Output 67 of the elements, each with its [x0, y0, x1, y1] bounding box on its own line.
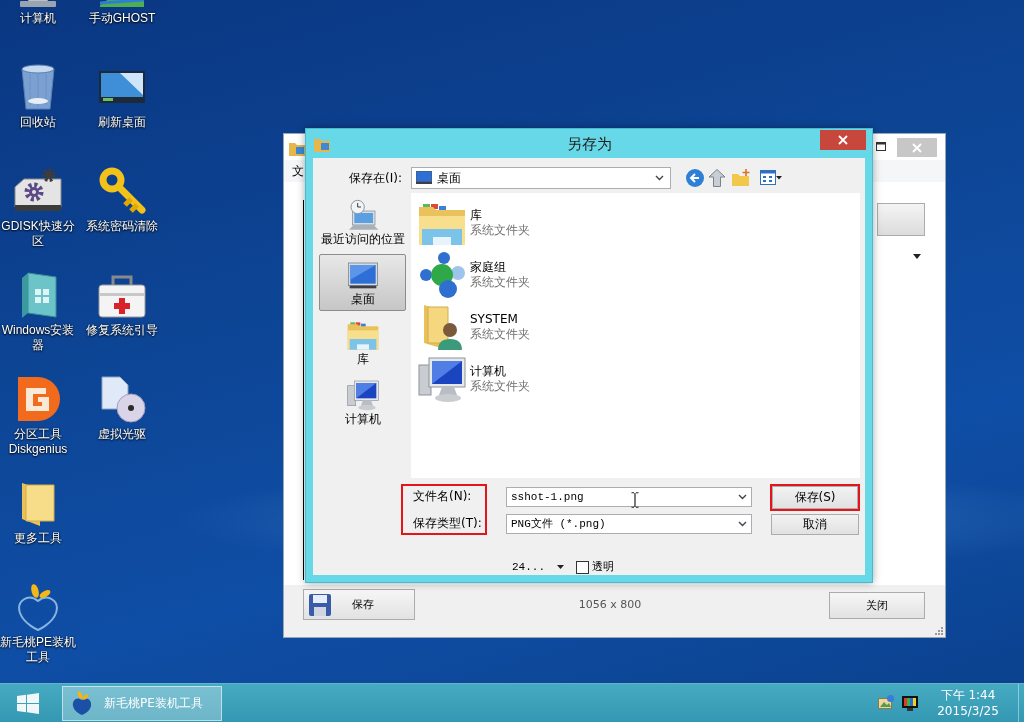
- caret-icon: [557, 565, 564, 569]
- caret-icon[interactable]: [913, 254, 921, 259]
- place-item[interactable]: 桌面: [319, 254, 406, 311]
- file-item[interactable]: 库 系统文件夹: [418, 197, 538, 249]
- checkbox-label: 透明: [592, 560, 614, 574]
- peach-icon: [71, 691, 93, 715]
- monitor-icon: [416, 171, 432, 184]
- cancel-button[interactable]: 取消: [771, 514, 859, 535]
- file-item[interactable]: 计算机 系统文件夹: [418, 353, 538, 405]
- monitor-icon: [346, 259, 379, 291]
- icon-label[interactable]: 系统密码清除: [86, 219, 158, 234]
- place-item[interactable]: 库: [319, 314, 406, 371]
- clock-icon: [346, 199, 379, 231]
- computer-icon: [418, 355, 466, 403]
- icon-label[interactable]: 计算机: [20, 11, 56, 26]
- clock-date: 2015/3/25: [937, 703, 999, 719]
- close-button[interactable]: 关闭: [829, 592, 925, 619]
- place-item[interactable]: 计算机: [319, 374, 406, 431]
- app-icon[interactable]: [98, 0, 146, 7]
- transparent-checkbox[interactable]: [576, 560, 589, 574]
- file-name-field[interactable]: sshot-1.png: [506, 487, 752, 507]
- close-button[interactable]: [820, 130, 866, 150]
- up-arrow-icon[interactable]: [708, 168, 726, 187]
- dialog-title: 另存为: [566, 134, 612, 153]
- view-menu-icon[interactable]: [760, 170, 782, 185]
- icon-label[interactable]: 更多工具: [14, 531, 62, 546]
- icon-label[interactable]: 手动GHOST: [88, 11, 156, 26]
- file-type-label: 保存类型(T):: [413, 515, 482, 531]
- chevron-down-icon: [738, 521, 747, 527]
- menu-item[interactable]: 文: [292, 163, 304, 179]
- text-cursor-icon: [631, 492, 639, 508]
- icon-label[interactable]: GDISK快速分区: [0, 219, 79, 249]
- app-icon: [289, 140, 305, 156]
- icon-label[interactable]: 修复系统引导: [86, 323, 158, 338]
- save-button[interactable]: 保存(S): [772, 486, 858, 509]
- file-item[interactable]: SYSTEM 系统文件夹: [418, 301, 538, 353]
- spheres-icon: [418, 251, 466, 299]
- key-icon[interactable]: [98, 167, 146, 215]
- file-item[interactable]: 家庭组 系统文件夹: [418, 249, 538, 301]
- image-size-text: 1056 x 800: [577, 597, 643, 613]
- icon-label[interactable]: 刷新桌面: [98, 115, 146, 130]
- close-icon: [912, 142, 922, 153]
- save-button[interactable]: 保存: [303, 589, 415, 620]
- file-name-label: 文件名(N):: [413, 488, 472, 504]
- icon-label[interactable]: 回收站: [20, 115, 56, 130]
- library-folder-icon: [346, 319, 379, 351]
- file-type-dropdown[interactable]: PNG文件 (*.png): [506, 514, 752, 534]
- back-icon[interactable]: [686, 168, 704, 187]
- maximize-icon[interactable]: [876, 142, 886, 151]
- chevron-down-icon: [655, 174, 664, 181]
- save-in-dropdown[interactable]: 桌面: [411, 166, 671, 189]
- icon-label[interactable]: Windows安装器: [0, 323, 79, 353]
- place-item[interactable]: 最近访问的位置: [319, 194, 406, 251]
- chevron-down-icon: [738, 494, 747, 500]
- disc-icon[interactable]: [98, 375, 146, 423]
- icon-label[interactable]: 分区工具 Diskgenius: [0, 427, 79, 457]
- resize-grip-icon[interactable]: [934, 626, 943, 635]
- computer-icon: [346, 379, 379, 411]
- color-depth-dropdown[interactable]: 24...: [512, 561, 564, 573]
- image-icon[interactable]: [878, 695, 894, 711]
- icon-label[interactable]: 虚拟光驱: [98, 427, 146, 442]
- start-icon[interactable]: [16, 692, 39, 714]
- clock-time: 下午 1:44: [940, 687, 996, 703]
- close-icon: [838, 135, 848, 145]
- display-icon[interactable]: [902, 695, 918, 711]
- icon-label[interactable]: 新毛桃PE装机工具: [0, 635, 79, 665]
- save-in-label: 保存在(I):: [349, 169, 402, 186]
